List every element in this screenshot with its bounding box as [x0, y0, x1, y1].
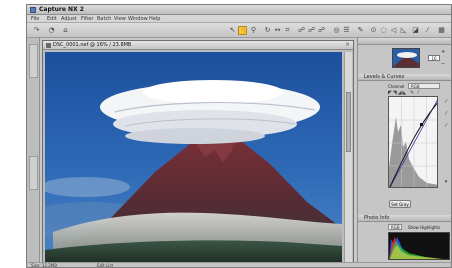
- rotate-icon[interactable]: ↻: [263, 26, 272, 35]
- curves-palette-title: Levels & Curves: [364, 74, 405, 80]
- print-icon[interactable]: ⌂: [61, 26, 70, 35]
- grid-icon[interactable]: ▦: [437, 26, 446, 35]
- menu-bar: File Edit Adjust Filter Batch View Windo…: [27, 15, 451, 23]
- histogram-palette-header[interactable]: Photo Info: [358, 215, 451, 222]
- close-icon[interactable]: ×: [345, 41, 350, 48]
- crop-icon[interactable]: ⌗: [283, 26, 292, 35]
- left-palette-dock: [27, 38, 40, 267]
- mountain-photo: [45, 52, 342, 267]
- selection-brush-icon[interactable]: ◁: [389, 26, 398, 35]
- status-bar: Size: 12.2MB Edit List: [27, 262, 451, 268]
- curves-graph[interactable]: [388, 96, 438, 188]
- app-title: Capture NX 2: [39, 6, 84, 13]
- menu-batch[interactable]: Batch: [97, 16, 111, 22]
- lasso-icon[interactable]: ☰: [342, 26, 351, 35]
- histogram-graph: [388, 232, 450, 260]
- zoom-out-icon[interactable]: −: [441, 61, 445, 67]
- straighten-icon[interactable]: ↔: [273, 26, 282, 35]
- channel-select[interactable]: RGB: [408, 83, 440, 89]
- document-icon: [46, 43, 51, 48]
- image-window: DSC_0001.nef @ 16% / 23.8MB ×: [42, 40, 354, 267]
- reset-curve-icon[interactable]: ▾: [442, 178, 450, 186]
- photo-canvas[interactable]: [45, 52, 342, 267]
- hand-icon[interactable]: ✋: [238, 26, 248, 35]
- show-highlights-label[interactable]: Show Highlights: [408, 225, 440, 230]
- status-right[interactable]: Edit List: [97, 263, 113, 267]
- fill-icon[interactable]: ◪: [411, 26, 420, 35]
- vertical-scrollbar[interactable]: [344, 52, 352, 267]
- scrollbar-thumb[interactable]: [346, 92, 351, 152]
- status-left: Size: 12.2MB: [31, 263, 57, 268]
- histogram-channel-select[interactable]: RGB: [388, 224, 402, 230]
- menu-filter[interactable]: Filter: [81, 16, 93, 22]
- title-bar[interactable]: Capture NX 2: [27, 5, 451, 15]
- set-gray-button[interactable]: Set Gray: [389, 200, 411, 208]
- gray-point-eyedropper-icon[interactable]: ⁄: [442, 110, 450, 118]
- menu-file[interactable]: File: [31, 16, 39, 22]
- gradient-icon[interactable]: ◺: [399, 26, 408, 35]
- zoom-control: + 16 −: [424, 49, 448, 67]
- zoom-value[interactable]: 16: [428, 55, 440, 61]
- brush-icon[interactable]: ✎: [356, 26, 365, 35]
- toolbar: ↷ ◔ ⌂ ↖ ✋ ⚲ ↻ ↔ ⌗ ☍ ☍ ☍ ◎ ☰ ✎ ⊙ ◌ ◁ ◺ ◪ …: [27, 23, 451, 38]
- black-control-point-icon[interactable]: ☍: [297, 26, 306, 35]
- arrow-redo-icon[interactable]: ↷: [32, 26, 41, 35]
- menu-edit[interactable]: Edit: [47, 16, 57, 22]
- marquee-icon[interactable]: ⊙: [369, 26, 378, 35]
- app-logo-icon: [30, 7, 36, 13]
- image-filename: DSC_0001.nef @ 16% / 23.8MB: [53, 42, 132, 48]
- black-point-eyedropper-icon[interactable]: ⁄: [442, 122, 450, 130]
- history-icon[interactable]: ◔: [47, 26, 56, 35]
- curve-sidebar: ⁄ ⁄ ⁄ ▾: [441, 96, 451, 188]
- menu-help[interactable]: Help: [149, 16, 160, 22]
- neutral-control-point-icon[interactable]: ☍: [317, 26, 326, 35]
- white-point-eyedropper-icon[interactable]: ⁄: [442, 98, 450, 106]
- browser-tab[interactable]: [29, 44, 38, 78]
- metadata-tab[interactable]: [29, 156, 38, 190]
- zoom-in-icon[interactable]: +: [441, 49, 445, 55]
- zoom-icon[interactable]: ⚲: [249, 26, 258, 35]
- histogram-palette-title: Photo Info: [364, 215, 390, 221]
- birdseye-thumbnail[interactable]: [392, 48, 420, 68]
- image-window-titlebar[interactable]: DSC_0001.nef @ 16% / 23.8MB ×: [43, 41, 353, 50]
- red-eye-icon[interactable]: ◎: [332, 26, 341, 35]
- menu-view[interactable]: View: [114, 16, 126, 22]
- capture-nx-window: Capture NX 2 File Edit Adjust Filter Bat…: [26, 4, 452, 268]
- right-palette: + 16 − Levels & Curves Channel RGB ◤◥◢◣ …: [357, 38, 451, 267]
- direct-select-icon[interactable]: ↖: [228, 26, 237, 35]
- white-control-point-icon[interactable]: ☍: [307, 26, 316, 35]
- birdseye-header[interactable]: [358, 38, 451, 45]
- ellipse-icon[interactable]: ◌: [379, 26, 388, 35]
- curves-palette-header[interactable]: Levels & Curves: [358, 74, 451, 81]
- menu-adjust[interactable]: Adjust: [61, 16, 77, 22]
- menu-window[interactable]: Window: [128, 16, 148, 22]
- eyedropper-icon[interactable]: ⁄: [423, 26, 432, 35]
- channel-label: Channel: [388, 84, 405, 89]
